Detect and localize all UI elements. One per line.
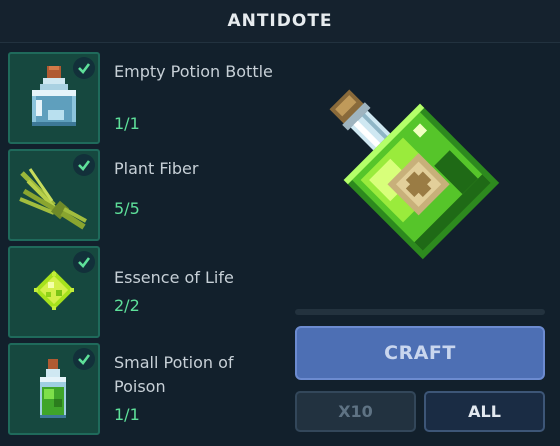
title-bar: ANTIDOTE: [0, 0, 560, 43]
ingredient-count: 2/2: [114, 296, 140, 315]
ingredient-count: 5/5: [114, 199, 140, 218]
ingredient-row[interactable]: Essence of Life 2/2: [8, 246, 288, 338]
craft-progress-bar: [295, 309, 545, 315]
complete-check-icon: [73, 348, 95, 370]
antidote-potion-icon: [329, 89, 500, 260]
craft-x10-button[interactable]: X10: [295, 391, 416, 432]
ingredient-row[interactable]: Empty Potion Bottle 1/1: [8, 52, 288, 144]
ingredient-slot[interactable]: [8, 343, 100, 435]
complete-check-icon: [73, 251, 95, 273]
craft-button[interactable]: CRAFT: [295, 326, 545, 380]
ingredient-slot[interactable]: [8, 52, 100, 144]
recipe-title: ANTIDOTE: [227, 11, 333, 31]
ingredient-name: Small Potion of Poison: [114, 353, 234, 396]
ingredient-count: 1/1: [114, 114, 140, 133]
ingredient-slot[interactable]: [8, 149, 100, 241]
result-preview: [300, 60, 540, 300]
ingredient-slot[interactable]: [8, 246, 100, 338]
ingredient-name: Essence of Life: [114, 268, 234, 287]
complete-check-icon: [73, 57, 95, 79]
craft-all-button[interactable]: ALL: [424, 391, 545, 432]
ingredient-row[interactable]: Small Potion of Poison 1/1: [8, 343, 288, 435]
ingredient-name: Empty Potion Bottle: [114, 62, 273, 81]
ingredient-name: Plant Fiber: [114, 159, 199, 178]
complete-check-icon: [73, 154, 95, 176]
ingredient-count: 1/1: [114, 405, 140, 424]
ingredient-row[interactable]: Plant Fiber 5/5: [8, 149, 288, 241]
